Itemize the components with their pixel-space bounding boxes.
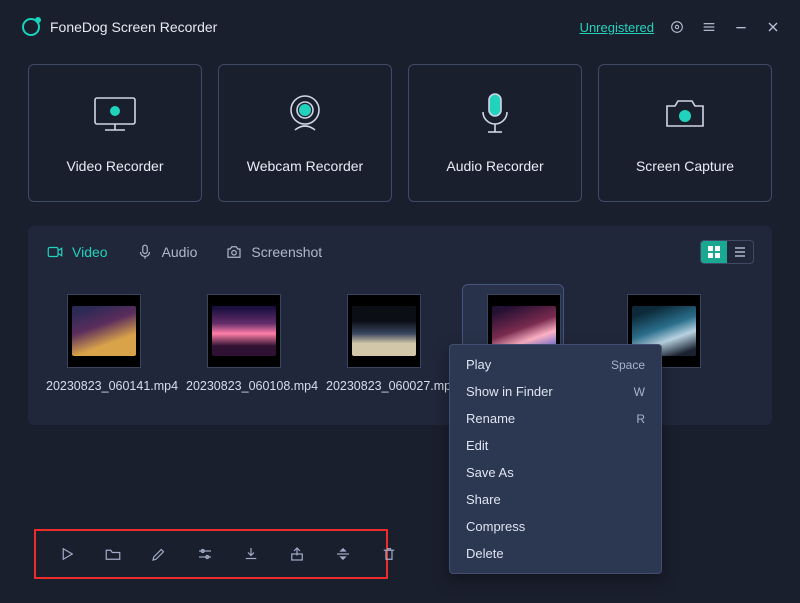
- close-icon[interactable]: [764, 18, 782, 36]
- video-icon: [46, 243, 64, 261]
- microphone-icon: [478, 92, 512, 136]
- camera-icon: [661, 92, 709, 136]
- edit-pencil-icon[interactable]: [150, 544, 168, 564]
- ctx-label: Compress: [466, 519, 525, 534]
- mode-audio-recorder[interactable]: Audio Recorder: [408, 64, 582, 202]
- settings-gear-icon[interactable]: [668, 18, 686, 36]
- tab-label: Screenshot: [251, 244, 322, 260]
- library-tab-bar: Video Audio Screenshot: [28, 226, 772, 274]
- mode-video-recorder[interactable]: Video Recorder: [28, 64, 202, 202]
- title-bar: FoneDog Screen Recorder Unregistered: [0, 0, 800, 50]
- ctx-shortcut: Space: [611, 358, 645, 372]
- play-icon[interactable]: [58, 544, 76, 564]
- tab-audio[interactable]: Audio: [136, 243, 198, 261]
- ctx-play[interactable]: Play Space: [450, 351, 661, 378]
- compress-icon[interactable]: [334, 544, 352, 564]
- library-item[interactable]: 20230823_060027.mp4: [332, 294, 436, 395]
- ctx-label: Rename: [466, 411, 515, 426]
- ctx-compress[interactable]: Compress: [450, 513, 661, 540]
- view-toggle: [700, 240, 754, 264]
- grid-view-button[interactable]: [701, 241, 727, 263]
- ctx-rename[interactable]: Rename R: [450, 405, 661, 432]
- library-item[interactable]: 20230823_060141.mp4: [52, 294, 156, 395]
- sliders-icon[interactable]: [196, 544, 214, 564]
- mode-screen-capture[interactable]: Screen Capture: [598, 64, 772, 202]
- ctx-share[interactable]: Share: [450, 486, 661, 513]
- tab-label: Audio: [162, 244, 198, 260]
- ctx-label: Show in Finder: [466, 384, 553, 399]
- item-label: 20230823_060141.mp4: [46, 378, 162, 395]
- ctx-label: Save As: [466, 465, 514, 480]
- bottom-tool-row: [34, 529, 388, 579]
- minimize-icon[interactable]: [732, 18, 750, 36]
- thumbnail-icon: [67, 294, 141, 368]
- list-view-button[interactable]: [727, 241, 753, 263]
- window-controls: Unregistered: [580, 18, 782, 36]
- unregistered-link[interactable]: Unregistered: [580, 20, 654, 35]
- tab-label: Video: [72, 244, 108, 260]
- ctx-label: Play: [466, 357, 491, 372]
- tab-screenshot[interactable]: Screenshot: [225, 243, 322, 261]
- ctx-shortcut: W: [634, 385, 645, 399]
- mode-label: Screen Capture: [636, 158, 734, 174]
- hamburger-menu-icon[interactable]: [700, 18, 718, 36]
- camera-small-icon: [225, 243, 243, 261]
- ctx-edit[interactable]: Edit: [450, 432, 661, 459]
- mode-label: Webcam Recorder: [247, 158, 363, 174]
- library-item[interactable]: 20230823_060108.mp4: [192, 294, 296, 395]
- ctx-delete[interactable]: Delete: [450, 540, 661, 567]
- thumbnail-icon: [207, 294, 281, 368]
- microphone-small-icon: [136, 243, 154, 261]
- download-icon[interactable]: [242, 544, 260, 564]
- monitor-record-icon: [89, 92, 141, 136]
- ctx-shortcut: R: [636, 412, 645, 426]
- webcam-icon: [283, 92, 327, 136]
- folder-icon[interactable]: [104, 544, 122, 564]
- app-title: FoneDog Screen Recorder: [50, 19, 217, 35]
- context-menu: Play Space Show in Finder W Rename R Edi…: [449, 344, 662, 574]
- mode-grid: Video Recorder Webcam Recorder Audio Rec…: [0, 50, 800, 226]
- ctx-label: Edit: [466, 438, 488, 453]
- ctx-label: Share: [466, 492, 501, 507]
- ctx-show-in-finder[interactable]: Show in Finder W: [450, 378, 661, 405]
- mode-label: Video Recorder: [66, 158, 163, 174]
- brand: FoneDog Screen Recorder: [22, 18, 217, 36]
- share-icon[interactable]: [288, 544, 306, 564]
- mode-webcam-recorder[interactable]: Webcam Recorder: [218, 64, 392, 202]
- ctx-label: Delete: [466, 546, 504, 561]
- ctx-save-as[interactable]: Save As: [450, 459, 661, 486]
- item-label: 20230823_060108.mp4: [186, 378, 302, 395]
- item-label: 20230823_060027.mp4: [326, 378, 442, 395]
- tab-video[interactable]: Video: [46, 243, 108, 261]
- app-logo-icon: [22, 18, 40, 36]
- trash-icon[interactable]: [380, 544, 398, 564]
- mode-label: Audio Recorder: [446, 158, 543, 174]
- thumbnail-icon: [347, 294, 421, 368]
